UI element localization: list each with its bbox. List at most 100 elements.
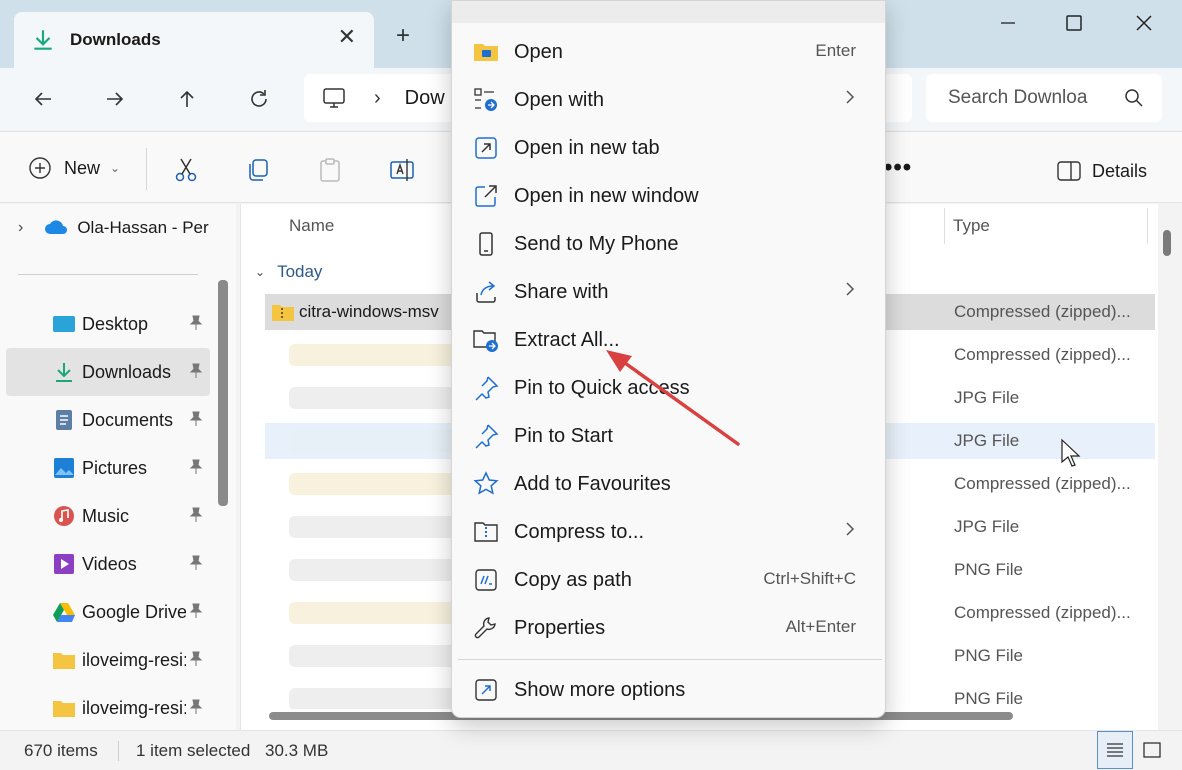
pin-icon	[472, 374, 500, 402]
copy-icon	[249, 159, 268, 181]
chevron-down-icon: ⌄	[255, 265, 266, 279]
documents-icon	[52, 408, 76, 432]
status-bar: 670 items 1 item selected 30.3 MB	[0, 730, 1182, 770]
sidebar-item-label: Documents	[82, 409, 174, 430]
details-view-button[interactable]	[1097, 731, 1133, 769]
item-count: 670 items	[24, 741, 98, 760]
group-header-today[interactable]: ⌄ Today	[255, 262, 322, 282]
menu-item-open-new-window[interactable]: Open in new window	[460, 173, 878, 219]
menu-item-share-with[interactable]: Share with	[460, 269, 878, 315]
new-tab-button[interactable]: +	[396, 22, 410, 50]
file-type: PNG File	[954, 646, 1023, 665]
close-tab-icon[interactable]: ✕	[338, 24, 356, 50]
menu-item-pin-quick-access[interactable]: Pin to Quick access	[460, 365, 878, 411]
breadcrumb-current[interactable]: Dow	[405, 87, 445, 110]
menu-item-label: Open	[514, 40, 563, 63]
maximize-button[interactable]	[1054, 8, 1094, 38]
column-divider[interactable]	[944, 208, 945, 244]
menu-item-add-favourites[interactable]: Add to Favourites	[460, 461, 878, 507]
up-button[interactable]	[170, 82, 204, 116]
sidebar-item-downloads[interactable]: Downloads	[6, 348, 210, 396]
folder-open-icon	[472, 38, 500, 66]
menu-item-show-more-options[interactable]: Show more options	[460, 667, 878, 713]
cloud-icon	[45, 220, 68, 234]
details-button[interactable]: Details	[1056, 160, 1147, 182]
pin-icon[interactable]	[188, 651, 204, 667]
google-drive-icon	[52, 600, 76, 624]
sidebar-item-folder[interactable]: iloveimg-resi:	[6, 636, 210, 684]
sidebar-item-videos[interactable]: Videos	[6, 540, 210, 588]
menu-item-label: Extract All...	[514, 328, 620, 351]
vertical-scrollbar[interactable]	[1163, 230, 1171, 256]
menu-item-open-with[interactable]: Open with	[460, 77, 878, 123]
menu-item-label: Send to My Phone	[514, 232, 679, 255]
file-type: JPG File	[954, 517, 1020, 536]
sidebar-item-folder[interactable]: iloveimg-resi:	[6, 684, 210, 732]
pin-icon[interactable]	[188, 315, 204, 331]
chevron-right-icon	[846, 522, 855, 536]
menu-top-strip	[452, 1, 885, 23]
pin-icon[interactable]	[188, 459, 204, 475]
wrench-icon	[472, 614, 500, 642]
chevron-right-icon[interactable]: ›	[18, 219, 23, 237]
sidebar-item-pictures[interactable]: Pictures	[6, 444, 210, 492]
pin-icon[interactable]	[188, 699, 204, 715]
tiles-view-button[interactable]	[1134, 731, 1170, 769]
copy-button[interactable]	[244, 156, 272, 184]
minimize-icon	[1001, 22, 1015, 24]
pin-icon[interactable]	[188, 363, 204, 379]
sidebar-item-documents[interactable]: Documents	[6, 396, 210, 444]
breadcrumb-separator[interactable]: ›	[374, 87, 381, 110]
menu-item-pin-start[interactable]: Pin to Start	[460, 413, 878, 459]
menu-item-label: Open in new window	[514, 184, 699, 207]
menu-item-copy-as-path[interactable]: Copy as path Ctrl+Shift+C	[460, 557, 878, 603]
menu-item-open[interactable]: Open Enter	[460, 29, 878, 75]
sidebar-scrollbar[interactable]	[218, 280, 228, 506]
file-name: citra-windows-msv	[299, 302, 439, 321]
search-input[interactable]: Search Downloa	[926, 74, 1162, 122]
refresh-button[interactable]	[242, 82, 276, 116]
sidebar-item-label: Google Drive	[82, 601, 186, 622]
minimize-button[interactable]	[988, 8, 1028, 38]
menu-item-open-new-tab[interactable]: Open in new tab	[460, 125, 878, 171]
column-divider[interactable]	[1147, 208, 1148, 244]
arrow-left-icon	[34, 92, 51, 106]
sidebar-item-desktop[interactable]: Desktop	[6, 300, 210, 348]
menu-item-compress-to[interactable]: Compress to...	[460, 509, 878, 555]
pin-icon[interactable]	[188, 555, 204, 571]
videos-icon	[52, 552, 76, 576]
sidebar-item-label: Music	[82, 505, 130, 526]
pin-icon[interactable]	[188, 411, 204, 427]
pin-icon[interactable]	[188, 507, 204, 523]
chevron-right-icon	[846, 90, 855, 104]
plus-circle-icon	[29, 157, 51, 179]
paste-button[interactable]	[316, 156, 344, 184]
menu-item-shortcut: Alt+Enter	[785, 617, 856, 636]
menu-item-properties[interactable]: Properties Alt+Enter	[460, 605, 878, 651]
sidebar-item-music[interactable]: Music	[6, 492, 210, 540]
menu-item-label: Compress to...	[514, 520, 645, 543]
desktop-icon	[52, 312, 76, 336]
close-window-button[interactable]	[1124, 8, 1164, 38]
pin-icon[interactable]	[188, 603, 204, 619]
new-button[interactable]: New ⌄	[28, 156, 120, 180]
chevron-down-icon: ⌄	[110, 161, 121, 175]
more-options-button[interactable]: •••	[884, 154, 912, 182]
column-header-type[interactable]: Type	[953, 216, 990, 236]
scissors-icon	[175, 158, 197, 182]
menu-item-send-to-phone[interactable]: Send to My Phone	[460, 221, 878, 267]
pin-icon	[472, 422, 500, 450]
sidebar-item-google-drive[interactable]: Google Drive	[6, 588, 210, 636]
sidebar-item-onedrive[interactable]: › Ola-Hassan - Per	[18, 218, 214, 238]
forward-button[interactable]	[98, 82, 132, 116]
menu-item-shortcut: Ctrl+Shift+C	[763, 569, 856, 588]
tab-downloads[interactable]: Downloads ✕	[14, 12, 374, 68]
column-header-name[interactable]: Name	[289, 216, 334, 236]
back-button[interactable]	[26, 82, 60, 116]
menu-item-extract-all[interactable]: Extract All...	[460, 317, 878, 363]
cut-button[interactable]	[172, 156, 200, 184]
file-type: PNG File	[954, 689, 1023, 708]
music-icon	[52, 504, 76, 528]
menu-item-label: Copy as path	[514, 568, 632, 591]
rename-button[interactable]	[388, 156, 416, 184]
